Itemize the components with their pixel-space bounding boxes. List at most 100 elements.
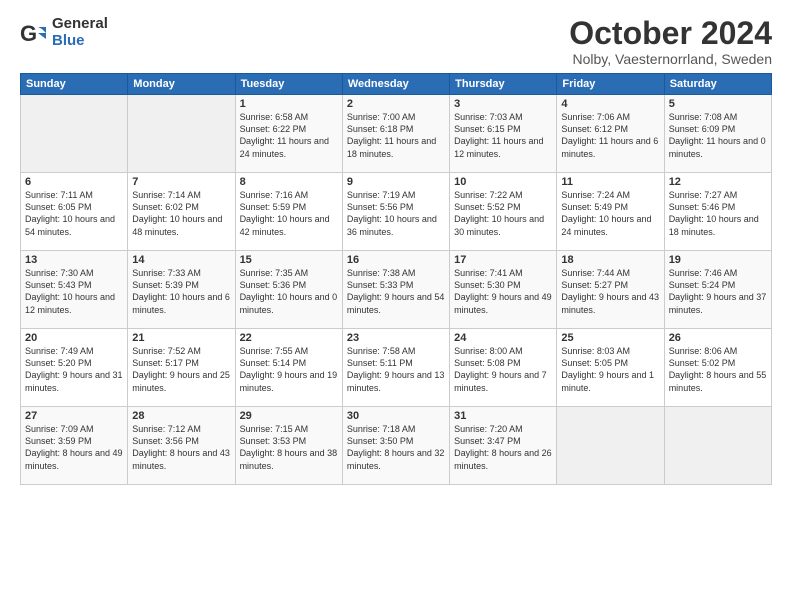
week-row-1: 1Sunrise: 6:58 AMSunset: 6:22 PMDaylight…	[21, 95, 772, 173]
day-cell: 11Sunrise: 7:24 AMSunset: 5:49 PMDayligh…	[557, 173, 664, 251]
day-cell: 5Sunrise: 7:08 AMSunset: 6:09 PMDaylight…	[664, 95, 771, 173]
day-info: Sunrise: 7:19 AMSunset: 5:56 PMDaylight:…	[347, 189, 445, 238]
daylight-text: Daylight: 9 hours and 37 minutes.	[669, 291, 767, 315]
header-friday: Friday	[557, 74, 664, 95]
sunset-text: Sunset: 5:14 PM	[240, 357, 338, 369]
day-number: 21	[132, 332, 230, 344]
sunset-text: Sunset: 5:02 PM	[669, 357, 767, 369]
sunset-text: Sunset: 6:12 PM	[561, 123, 659, 135]
day-info: Sunrise: 7:41 AMSunset: 5:30 PMDaylight:…	[454, 267, 552, 316]
sunset-text: Sunset: 5:11 PM	[347, 357, 445, 369]
sunrise-text: Sunrise: 7:38 AM	[347, 267, 445, 279]
day-number: 17	[454, 254, 552, 266]
sunset-text: Sunset: 5:36 PM	[240, 279, 338, 291]
sunrise-text: Sunrise: 7:12 AM	[132, 423, 230, 435]
sunrise-text: Sunrise: 7:11 AM	[25, 189, 123, 201]
sunset-text: Sunset: 6:09 PM	[669, 123, 767, 135]
day-cell	[557, 407, 664, 485]
logo-icon: G	[20, 19, 48, 47]
day-info: Sunrise: 7:11 AMSunset: 6:05 PMDaylight:…	[25, 189, 123, 238]
day-cell: 13Sunrise: 7:30 AMSunset: 5:43 PMDayligh…	[21, 251, 128, 329]
daylight-text: Daylight: 9 hours and 1 minute.	[561, 369, 659, 393]
sunset-text: Sunset: 5:17 PM	[132, 357, 230, 369]
daylight-text: Daylight: 10 hours and 42 minutes.	[240, 213, 338, 237]
day-cell: 24Sunrise: 8:00 AMSunset: 5:08 PMDayligh…	[450, 329, 557, 407]
sunrise-text: Sunrise: 7:49 AM	[25, 345, 123, 357]
day-info: Sunrise: 7:44 AMSunset: 5:27 PMDaylight:…	[561, 267, 659, 316]
sunset-text: Sunset: 5:27 PM	[561, 279, 659, 291]
sunset-text: Sunset: 6:02 PM	[132, 201, 230, 213]
week-row-3: 13Sunrise: 7:30 AMSunset: 5:43 PMDayligh…	[21, 251, 772, 329]
day-info: Sunrise: 8:03 AMSunset: 5:05 PMDaylight:…	[561, 345, 659, 394]
title-block: October 2024 Nolby, Vaesternorrland, Swe…	[569, 16, 772, 67]
sunset-text: Sunset: 5:20 PM	[25, 357, 123, 369]
day-cell: 7Sunrise: 7:14 AMSunset: 6:02 PMDaylight…	[128, 173, 235, 251]
day-number: 12	[669, 176, 767, 188]
sunrise-text: Sunrise: 6:58 AM	[240, 111, 338, 123]
day-info: Sunrise: 7:35 AMSunset: 5:36 PMDaylight:…	[240, 267, 338, 316]
logo: G General Blue	[20, 16, 108, 49]
day-cell: 18Sunrise: 7:44 AMSunset: 5:27 PMDayligh…	[557, 251, 664, 329]
day-number: 20	[25, 332, 123, 344]
day-cell: 19Sunrise: 7:46 AMSunset: 5:24 PMDayligh…	[664, 251, 771, 329]
daylight-text: Daylight: 8 hours and 43 minutes.	[132, 447, 230, 471]
sunrise-text: Sunrise: 7:27 AM	[669, 189, 767, 201]
sunrise-text: Sunrise: 7:18 AM	[347, 423, 445, 435]
sunrise-text: Sunrise: 7:22 AM	[454, 189, 552, 201]
sunset-text: Sunset: 5:52 PM	[454, 201, 552, 213]
location-title: Nolby, Vaesternorrland, Sweden	[569, 51, 772, 67]
day-cell: 25Sunrise: 8:03 AMSunset: 5:05 PMDayligh…	[557, 329, 664, 407]
day-cell: 17Sunrise: 7:41 AMSunset: 5:30 PMDayligh…	[450, 251, 557, 329]
daylight-text: Daylight: 9 hours and 43 minutes.	[561, 291, 659, 315]
sunset-text: Sunset: 3:47 PM	[454, 435, 552, 447]
daylight-text: Daylight: 10 hours and 24 minutes.	[561, 213, 659, 237]
sunrise-text: Sunrise: 7:46 AM	[669, 267, 767, 279]
day-cell	[128, 95, 235, 173]
logo-text: General Blue	[52, 16, 108, 49]
sunset-text: Sunset: 5:39 PM	[132, 279, 230, 291]
sunrise-text: Sunrise: 7:58 AM	[347, 345, 445, 357]
day-info: Sunrise: 7:15 AMSunset: 3:53 PMDaylight:…	[240, 423, 338, 472]
day-number: 31	[454, 410, 552, 422]
sunrise-text: Sunrise: 7:20 AM	[454, 423, 552, 435]
header-thursday: Thursday	[450, 74, 557, 95]
day-info: Sunrise: 7:33 AMSunset: 5:39 PMDaylight:…	[132, 267, 230, 316]
week-row-4: 20Sunrise: 7:49 AMSunset: 5:20 PM Dayligh…	[21, 329, 772, 407]
sunrise-text: Sunrise: 7:30 AM	[25, 267, 123, 279]
day-number: 13	[25, 254, 123, 266]
daylight-text: Daylight: 8 hours and 26 minutes.	[454, 447, 552, 471]
sunrise-text: Sunrise: 7:35 AM	[240, 267, 338, 279]
day-number: 2	[347, 98, 445, 110]
sunset-text: Sunset: 3:59 PM	[25, 435, 123, 447]
daylight-text: Daylight: 10 hours and 18 minutes.	[669, 213, 767, 237]
sunrise-text: Sunrise: 7:41 AM	[454, 267, 552, 279]
sunrise-text: Sunrise: 7:15 AM	[240, 423, 338, 435]
day-info: Sunrise: 7:03 AMSunset: 6:15 PMDaylight:…	[454, 111, 552, 160]
daylight-text: Daylight: 11 hours and 12 minutes.	[454, 135, 552, 159]
day-cell: 2Sunrise: 7:00 AMSunset: 6:18 PMDaylight…	[342, 95, 449, 173]
day-cell: 10Sunrise: 7:22 AMSunset: 5:52 PMDayligh…	[450, 173, 557, 251]
sunrise-text: Sunrise: 7:33 AM	[132, 267, 230, 279]
sunrise-text: Sunrise: 7:16 AM	[240, 189, 338, 201]
day-number: 24	[454, 332, 552, 344]
day-info: Sunrise: 7:18 AMSunset: 3:50 PMDaylight:…	[347, 423, 445, 472]
day-number: 18	[561, 254, 659, 266]
sunrise-text: Sunrise: 7:00 AM	[347, 111, 445, 123]
daylight-text: Daylight: 8 hours and 55 minutes.	[669, 369, 767, 393]
sunset-text: Sunset: 6:18 PM	[347, 123, 445, 135]
calendar-table: Sunday Monday Tuesday Wednesday Thursday…	[20, 73, 772, 485]
day-cell: 31Sunrise: 7:20 AMSunset: 3:47 PMDayligh…	[450, 407, 557, 485]
day-cell: 16Sunrise: 7:38 AMSunset: 5:33 PMDayligh…	[342, 251, 449, 329]
day-info: Sunrise: 7:08 AMSunset: 6:09 PMDaylight:…	[669, 111, 767, 160]
daylight-text: Daylight: 10 hours and 6 minutes.	[132, 291, 230, 315]
daylight-text: Daylight: 8 hours and 49 minutes.	[25, 447, 123, 471]
day-info: Sunrise: 7:46 AMSunset: 5:24 PMDaylight:…	[669, 267, 767, 316]
day-cell: 9Sunrise: 7:19 AMSunset: 5:56 PMDaylight…	[342, 173, 449, 251]
day-cell: 29Sunrise: 7:15 AMSunset: 3:53 PMDayligh…	[235, 407, 342, 485]
day-cell: 14Sunrise: 7:33 AMSunset: 5:39 PMDayligh…	[128, 251, 235, 329]
sunrise-text: Sunrise: 7:24 AM	[561, 189, 659, 201]
day-number: 1	[240, 98, 338, 110]
month-title: October 2024	[569, 16, 772, 51]
daylight-text: Daylight: 8 hours and 38 minutes.	[240, 447, 338, 471]
daylight-text: Daylight: 10 hours and 0 minutes.	[240, 291, 338, 315]
